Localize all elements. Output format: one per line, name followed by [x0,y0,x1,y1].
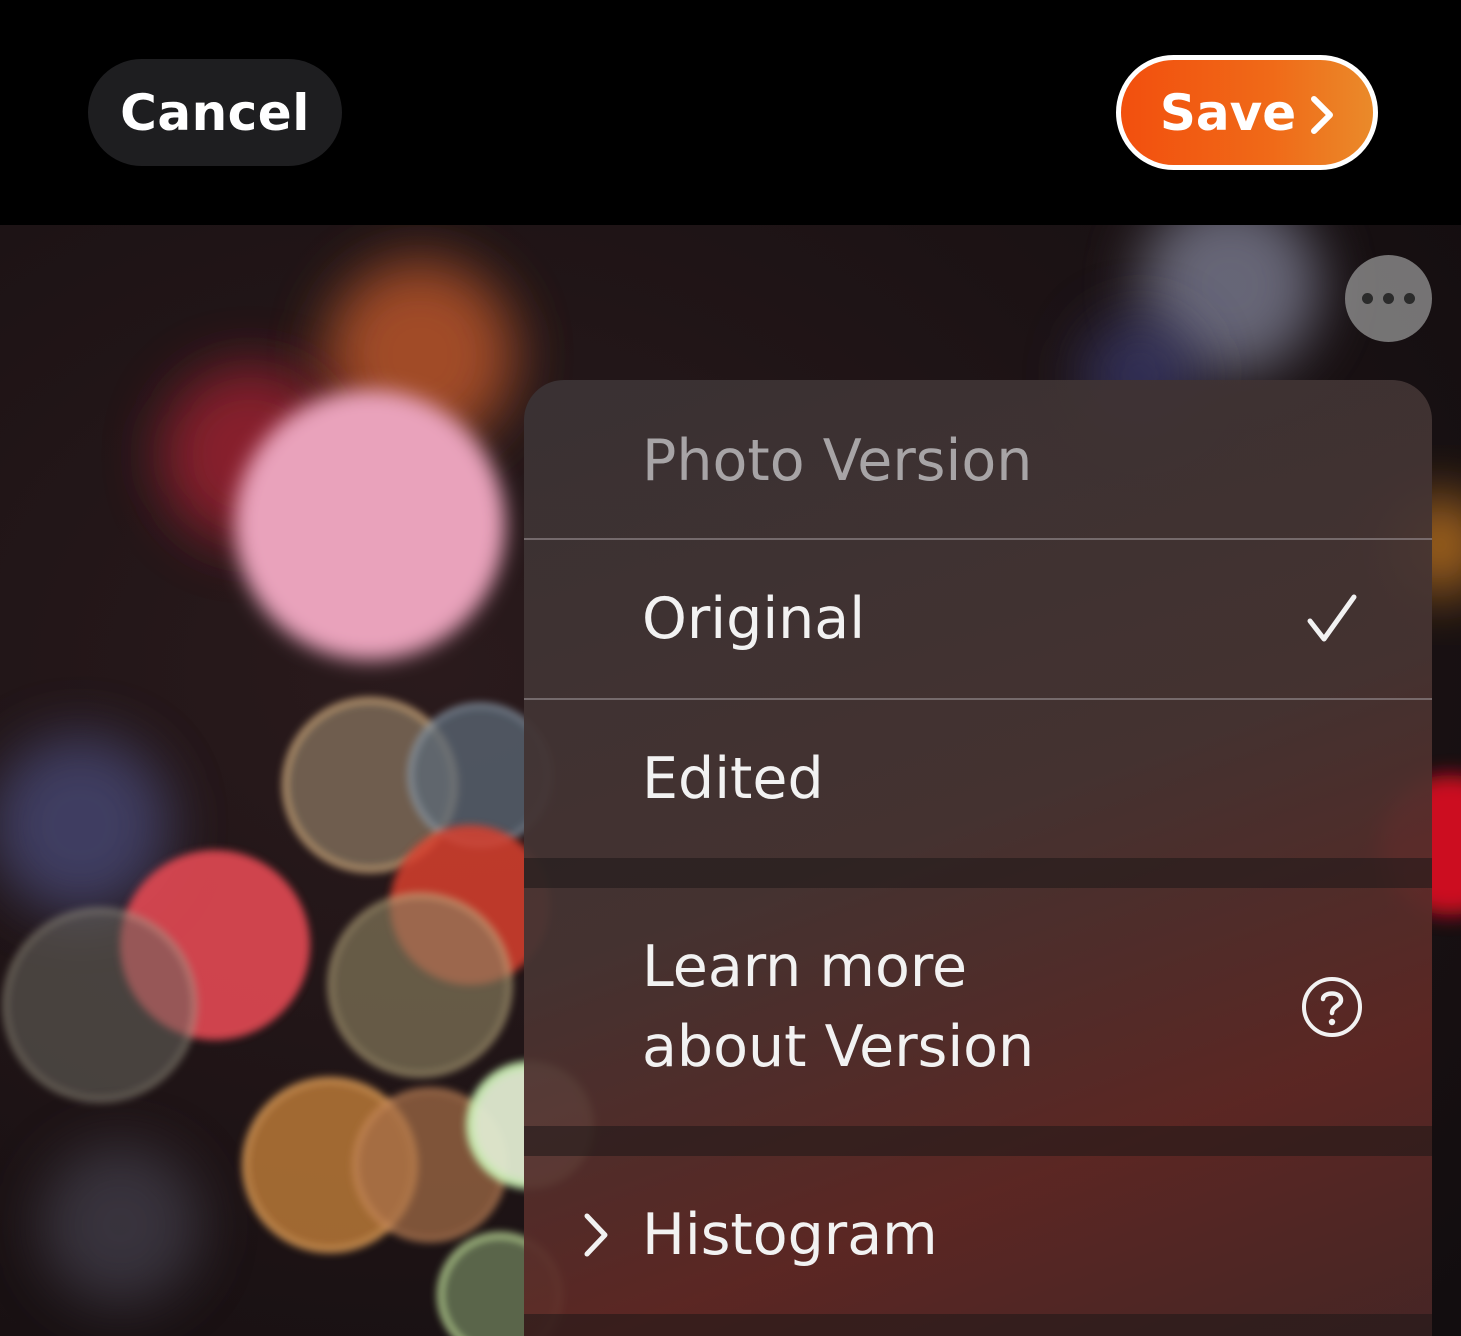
menu-section-gap [524,858,1432,888]
menu-header: Photo Version [524,380,1432,538]
menu-item-label: Original [642,586,866,652]
question-circle-icon [1302,977,1362,1037]
save-button[interactable]: Save [1116,55,1378,170]
chevron-right-icon [1311,95,1334,134]
learn-more-text: Learn more about Version [642,927,1034,1087]
save-label: Save [1159,83,1297,142]
more-options-button[interactable] [1345,255,1432,342]
menu-section-gap [524,1314,1432,1336]
ellipsis-icon [1362,293,1415,304]
photo-version-menu: Photo Version Original Edited Learn more… [524,380,1432,1336]
checkmark-icon [1307,594,1357,642]
menu-item-edited[interactable]: Edited [524,700,1432,858]
cancel-label: Cancel [120,83,310,142]
menu-item-learn-more[interactable]: Learn more about Version [524,888,1432,1126]
top-bar: Cancel Save [0,0,1461,225]
learn-more-line1: Learn more [642,934,968,1000]
menu-item-original[interactable]: Original [524,540,1432,698]
photo-editor-screen: Cancel Save Photo Version Original Edite… [0,0,1461,1336]
menu-header-label: Photo Version [642,428,1033,494]
chevron-right-icon [584,1213,608,1257]
menu-item-label: Edited [642,746,824,812]
menu-item-histogram[interactable]: Histogram [524,1156,1432,1314]
cancel-button[interactable]: Cancel [88,59,342,166]
menu-item-label: Histogram [642,1202,938,1268]
learn-more-line2: about Version [642,1014,1035,1080]
menu-section-gap [524,1126,1432,1156]
